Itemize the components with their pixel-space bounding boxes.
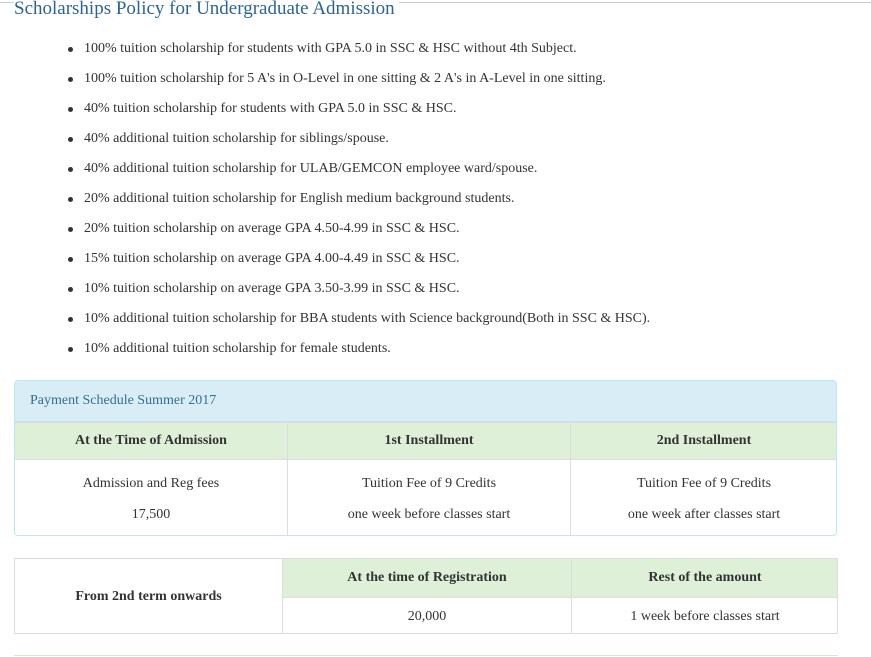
scholarship-list: 100% tuition scholarship for students wi… (0, 35, 650, 365)
cell-label: Admission and Reg fees (82, 475, 220, 491)
bullet-icon (68, 317, 73, 322)
list-item: 100% tuition scholarship for 5 A's in O-… (0, 65, 650, 95)
column-header: 1st Installment (287, 422, 571, 460)
list-item: 10% tuition scholarship on average GPA 3… (0, 275, 650, 305)
policy-text: 10% tuition scholarship on average GPA 3… (84, 281, 460, 296)
payment-schedule-panel: Payment Schedule Summer 2017 At the Time… (14, 380, 837, 536)
policy-text: 40% additional tuition scholarship for s… (84, 131, 389, 146)
bullet-icon (68, 77, 73, 82)
bullet-icon (68, 47, 73, 52)
list-item: 10% additional tuition scholarship for B… (0, 305, 650, 335)
cell-label: Tuition Fee of 9 Credits (361, 475, 497, 491)
registration-table: From 2nd term onwards At the time of Reg… (15, 559, 837, 633)
list-item: 10% additional tuition scholarship for f… (0, 335, 650, 365)
table-header-row: At the Time of Admission 1st Installment… (15, 422, 836, 460)
cell-label: Tuition Fee of 9 Credits (636, 475, 772, 491)
list-item: 40% additional tuition scholarship for s… (0, 125, 650, 155)
bullet-icon (68, 227, 73, 232)
policy-text: 100% tuition scholarship for 5 A's in O-… (84, 71, 606, 86)
column-header: At the Time of Admission (15, 422, 288, 460)
policy-text: 40% tuition scholarship for students wit… (84, 101, 457, 116)
policy-text: 40% additional tuition scholarship for U… (84, 161, 538, 176)
table-cell: 20,000 (282, 597, 572, 633)
policy-text: 100% tuition scholarship for students wi… (84, 41, 577, 56)
table-cell: 1 week before classes start (571, 597, 837, 633)
cell-value: one week after classes start (627, 506, 781, 522)
policy-text: 15% tuition scholarship on average GPA 4… (84, 251, 460, 266)
bullet-icon (68, 107, 73, 112)
payment-schedule-table: At the Time of Admission 1st Installment… (15, 422, 836, 535)
bullet-icon (68, 347, 73, 352)
column-header: Rest of the amount (571, 559, 837, 598)
list-item: 20% tuition scholarship on average GPA 4… (0, 215, 650, 245)
bullet-icon (68, 197, 73, 202)
policy-text: 20% tuition scholarship on average GPA 4… (84, 221, 460, 236)
cell-value: one week before classes start (347, 506, 511, 522)
table-cell: Admission and Reg fees 17,500 (15, 459, 288, 535)
cell-value: 17,500 (131, 506, 171, 522)
term-label: From 2nd term onwards (15, 559, 283, 633)
bullet-icon (68, 287, 73, 292)
policy-text: 10% additional tuition scholarship for f… (84, 341, 391, 356)
list-item: 40% additional tuition scholarship for U… (0, 155, 650, 185)
policy-text: 20% additional tuition scholarship for E… (84, 191, 515, 206)
column-header: At the time of Registration (282, 559, 572, 598)
list-item: 20% additional tuition scholarship for E… (0, 185, 650, 215)
list-item: 40% tuition scholarship for students wit… (0, 95, 650, 125)
bullet-icon (68, 137, 73, 142)
table-row: Admission and Reg fees 17,500 Tuition Fe… (15, 459, 836, 535)
bullet-icon (68, 257, 73, 262)
table-cell: Tuition Fee of 9 Credits one week after … (570, 459, 836, 535)
list-item: 100% tuition scholarship for students wi… (0, 35, 650, 65)
page-title: Scholarships Policy for Undergraduate Ad… (14, 0, 399, 21)
column-header: 2nd Installment (570, 422, 836, 460)
list-item: 15% tuition scholarship on average GPA 4… (0, 245, 650, 275)
table-cell: Tuition Fee of 9 Credits one week before… (287, 459, 571, 535)
bullet-icon (68, 167, 73, 172)
panel-heading: Payment Schedule Summer 2017 (15, 381, 836, 422)
registration-table-wrapper: From 2nd term onwards At the time of Reg… (14, 558, 838, 634)
bottom-divider (14, 655, 838, 656)
policy-text: 10% additional tuition scholarship for B… (84, 311, 651, 326)
page: Scholarships Policy for Undergraduate Ad… (0, 0, 871, 657)
table-header-row: From 2nd term onwards At the time of Reg… (15, 559, 837, 633)
